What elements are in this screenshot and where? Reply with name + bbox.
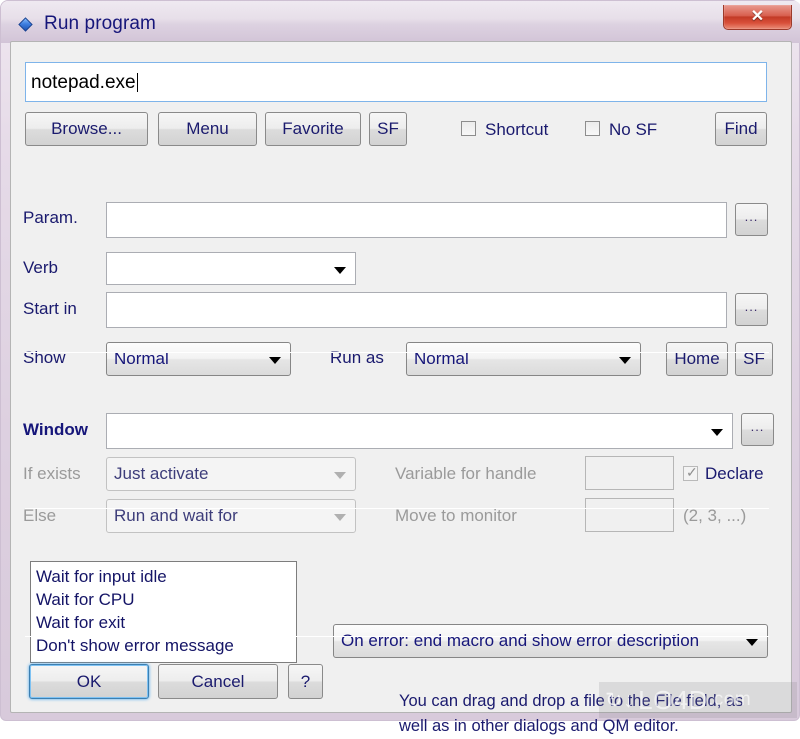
start-in-label: Start in: [23, 299, 77, 318]
diamond-icon: [18, 17, 33, 32]
param-browse-button[interactable]: ...: [735, 203, 768, 236]
check-icon: ✓: [686, 464, 698, 480]
else-label: Else: [23, 506, 57, 525]
list-item[interactable]: Wait for exit: [36, 611, 296, 634]
browse-button[interactable]: Browse...: [25, 112, 148, 146]
text-caret: [136, 72, 138, 92]
dialog-client-area: notepad.exe Browse... Menu Favorite SF S…: [10, 41, 792, 735]
run-as-combo[interactable]: Normal: [406, 342, 641, 376]
variable-for-handle-input[interactable]: [585, 456, 674, 490]
menu-button-label: Menu: [186, 119, 229, 138]
shortcut-label: Shortcut: [485, 120, 549, 139]
variable-for-handle-label: Variable for handle: [395, 464, 537, 483]
options-listbox[interactable]: Wait for input idle Wait for CPU Wait fo…: [30, 561, 297, 663]
chevron-down-icon: [746, 639, 758, 646]
no-sf-label: No SF: [609, 120, 658, 139]
shortcut-checkbox[interactable]: [461, 121, 476, 136]
list-item[interactable]: Wait for input idle: [36, 565, 296, 588]
close-icon: ✕: [750, 8, 765, 25]
param-label: Param.: [23, 208, 78, 227]
on-error-combo[interactable]: On error: end macro and show error descr…: [333, 624, 768, 658]
declare-label: Declare: [705, 464, 764, 483]
chevron-down-icon: [619, 357, 631, 364]
no-sf-checkbox[interactable]: [585, 121, 600, 136]
chevron-down-icon: [269, 357, 281, 364]
run-as-label: Run as: [330, 348, 384, 367]
chevron-down-icon: [334, 266, 346, 274]
verb-combo[interactable]: [106, 252, 356, 285]
file-input-value: notepad.exe: [31, 71, 136, 93]
on-error-combo-value: On error: end macro and show error descr…: [341, 631, 700, 650]
else-combo-value: Run and wait for: [114, 506, 238, 525]
find-button[interactable]: Find: [715, 112, 767, 146]
favorite-button[interactable]: Favorite: [265, 112, 361, 146]
chevron-down-icon: [334, 472, 346, 479]
verb-label: Verb: [23, 258, 58, 277]
start-in-browse-button[interactable]: ...: [735, 293, 768, 326]
declare-checkbox[interactable]: ✓: [683, 464, 698, 481]
sf-button-top-label: SF: [377, 119, 399, 138]
file-input[interactable]: notepad.exe: [25, 62, 767, 102]
cancel-button-label: Cancel: [191, 671, 245, 691]
show-combo[interactable]: Normal: [106, 342, 291, 376]
move-to-monitor-label: Move to monitor: [395, 506, 517, 525]
separator-above-footer: [25, 636, 769, 637]
list-item[interactable]: Don't show error message: [36, 634, 296, 657]
home-button[interactable]: Home: [666, 342, 728, 376]
sf-button-run[interactable]: SF: [735, 342, 773, 376]
monitor-hint: (2, 3, ...): [683, 506, 747, 525]
list-item[interactable]: Wait for CPU: [36, 588, 296, 611]
sf-button-top[interactable]: SF: [369, 112, 407, 146]
move-to-monitor-input[interactable]: [585, 498, 674, 532]
if-exists-combo[interactable]: Just activate: [106, 457, 356, 491]
hint-line-2: well as in other dialogs and QM editor.: [399, 717, 679, 735]
favorite-button-label: Favorite: [282, 119, 344, 138]
hint-line-1: You can drag and drop a file to the File…: [399, 692, 744, 710]
chevron-down-icon: [711, 429, 723, 436]
window-label: Window: [23, 420, 88, 439]
window-browse-button[interactable]: ...: [741, 413, 774, 446]
window-combo[interactable]: [106, 413, 733, 449]
ok-button-label: OK: [76, 671, 102, 691]
window-browse-label: ...: [750, 419, 765, 434]
close-button[interactable]: ✕: [723, 5, 792, 30]
browse-button-label: Browse...: [51, 119, 122, 138]
chevron-down-icon: [334, 514, 346, 521]
window-title: Run program: [44, 13, 156, 34]
title-bar: Run program ✕: [1, 1, 800, 43]
param-input[interactable]: [106, 202, 727, 238]
cancel-button[interactable]: Cancel: [158, 664, 278, 699]
separator-above-window: [25, 352, 769, 353]
if-exists-combo-value: Just activate: [114, 464, 209, 483]
separator-above-options: [25, 508, 769, 509]
ok-button[interactable]: OK: [29, 664, 149, 699]
help-button-label: ?: [300, 671, 311, 691]
hint-text: You can drag and drop a file to the File…: [399, 689, 779, 739]
find-button-label: Find: [724, 119, 758, 138]
dialog-window: Run program ✕ notepad.exe Browse... Menu…: [0, 0, 800, 735]
param-browse-label: ...: [744, 209, 759, 224]
start-in-input[interactable]: [106, 292, 727, 328]
help-button[interactable]: ?: [288, 664, 323, 699]
if-exists-label: If exists: [23, 464, 81, 483]
else-combo[interactable]: Run and wait for: [106, 499, 356, 533]
show-label: Show: [23, 348, 66, 367]
menu-button[interactable]: Menu: [158, 112, 257, 146]
start-in-browse-label: ...: [744, 299, 759, 314]
